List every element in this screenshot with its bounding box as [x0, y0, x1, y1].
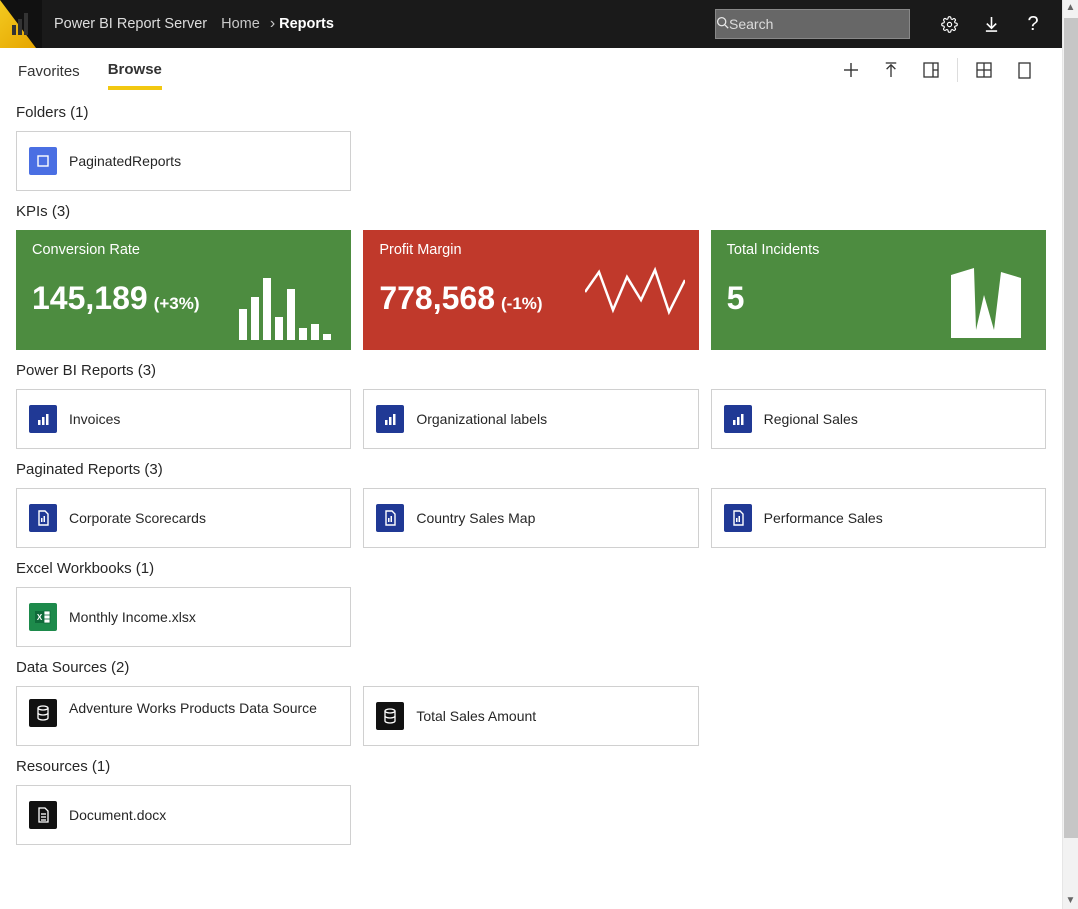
kpi-value: 778,568: [379, 280, 495, 317]
kpi-trend: (-1%): [501, 294, 543, 314]
section-heading: Folders (1): [16, 104, 1046, 121]
section-heading: Power BI Reports (3): [16, 362, 1046, 379]
kpi-tile-conversion-rate[interactable]: Conversion Rate 145,189 (+3%): [16, 230, 351, 350]
powerbi-report-icon: [724, 405, 752, 433]
new-button[interactable]: [831, 50, 871, 90]
search-box[interactable]: [715, 9, 910, 39]
section-data-sources: Data Sources (2) Adventure Works Product…: [0, 659, 1062, 746]
tile-label: PaginatedReports: [69, 152, 181, 170]
tile-label: Invoices: [69, 410, 120, 428]
powerbi-report-icon: [376, 405, 404, 433]
excel-icon: X: [29, 603, 57, 631]
paginated-report-icon: [376, 504, 404, 532]
resource-tile[interactable]: Document.docx: [16, 785, 351, 845]
section-kpis: KPIs (3) Conversion Rate 145,189 (+3%) P…: [0, 203, 1062, 350]
section-powerbi-reports: Power BI Reports (3) Invoices Organizati…: [0, 362, 1062, 449]
paginated-report-icon: [724, 504, 752, 532]
tab-favorites[interactable]: Favorites: [18, 53, 80, 88]
datasource-tile[interactable]: Total Sales Amount: [363, 686, 698, 746]
chevron-right-icon: ›: [270, 15, 275, 33]
report-tile[interactable]: Invoices: [16, 389, 351, 449]
datasource-tile[interactable]: Adventure Works Products Data Source: [16, 686, 351, 746]
kpi-sparkline-line: [585, 252, 685, 322]
svg-text:X: X: [37, 613, 43, 622]
view-tiles-button[interactable]: [964, 50, 1004, 90]
kpi-value: 145,189: [32, 280, 148, 317]
tile-label: Corporate Scorecards: [69, 509, 206, 527]
paginated-report-icon: [29, 504, 57, 532]
kpi-tile-profit-margin[interactable]: Profit Margin 778,568 (-1%): [363, 230, 698, 350]
breadcrumb-current[interactable]: Reports: [279, 16, 334, 32]
database-icon: [376, 702, 404, 730]
report-tile[interactable]: Organizational labels: [363, 389, 698, 449]
kpi-visual-shape: [946, 260, 1026, 340]
tile-label: Country Sales Map: [416, 509, 535, 527]
breadcrumb-home[interactable]: Home: [221, 16, 260, 32]
topbar: Power BI Report Server Home › Reports: [0, 0, 1062, 48]
app-title: Power BI Report Server: [54, 16, 207, 32]
kpi-trend: (+3%): [154, 294, 200, 314]
tile-label: Regional Sales: [764, 410, 858, 428]
folder-icon: [29, 147, 57, 175]
search-input[interactable]: [729, 16, 910, 32]
document-icon: [29, 801, 57, 829]
breadcrumb: Home › Reports: [221, 15, 334, 33]
paginated-report-tile[interactable]: Corporate Scorecards: [16, 488, 351, 548]
section-excel-workbooks: Excel Workbooks (1) X Monthly Income.xls…: [0, 560, 1062, 647]
view-list-button[interactable]: [1004, 50, 1044, 90]
section-heading: Excel Workbooks (1): [16, 560, 1046, 577]
download-button[interactable]: [970, 0, 1012, 48]
tile-label: Total Sales Amount: [416, 707, 536, 725]
help-button[interactable]: ?: [1012, 0, 1054, 48]
kpi-tile-total-incidents[interactable]: Total Incidents 5: [711, 230, 1046, 350]
tile-label: Adventure Works Products Data Source: [69, 699, 317, 717]
kpi-value: 5: [727, 280, 745, 317]
section-heading: KPIs (3): [16, 203, 1046, 220]
section-heading: Resources (1): [16, 758, 1046, 775]
vertical-scrollbar[interactable]: ▲ ▼: [1062, 0, 1078, 909]
section-resources: Resources (1) Document.docx: [0, 758, 1062, 845]
powerbi-logo[interactable]: [0, 0, 42, 48]
section-paginated-reports: Paginated Reports (3) Corporate Scorecar…: [0, 461, 1062, 548]
kpi-title: Total Incidents: [727, 242, 1030, 258]
tabbar: Favorites Browse: [0, 48, 1062, 92]
report-tile[interactable]: Regional Sales: [711, 389, 1046, 449]
section-heading: Paginated Reports (3): [16, 461, 1046, 478]
powerbi-report-icon: [29, 405, 57, 433]
scroll-up-icon[interactable]: ▲: [1063, 0, 1078, 16]
folder-tile[interactable]: PaginatedReports: [16, 131, 351, 191]
scroll-down-icon[interactable]: ▼: [1063, 893, 1078, 909]
upload-button[interactable]: [871, 50, 911, 90]
paginated-report-tile[interactable]: Country Sales Map: [363, 488, 698, 548]
excel-tile[interactable]: X Monthly Income.xlsx: [16, 587, 351, 647]
kpi-sparkline-bars: [239, 262, 339, 340]
tab-browse[interactable]: Browse: [108, 51, 162, 90]
manage-button[interactable]: [911, 50, 951, 90]
section-heading: Data Sources (2): [16, 659, 1046, 676]
search-icon: [716, 16, 729, 32]
database-icon: [29, 699, 57, 727]
tile-label: Performance Sales: [764, 509, 883, 527]
tile-label: Document.docx: [69, 806, 166, 824]
section-folders: Folders (1) PaginatedReports: [0, 104, 1062, 191]
settings-button[interactable]: [928, 0, 970, 48]
tile-label: Organizational labels: [416, 410, 547, 428]
tile-label: Monthly Income.xlsx: [69, 608, 196, 626]
scroll-thumb[interactable]: [1064, 18, 1078, 838]
paginated-report-tile[interactable]: Performance Sales: [711, 488, 1046, 548]
kpi-title: Conversion Rate: [32, 242, 335, 258]
